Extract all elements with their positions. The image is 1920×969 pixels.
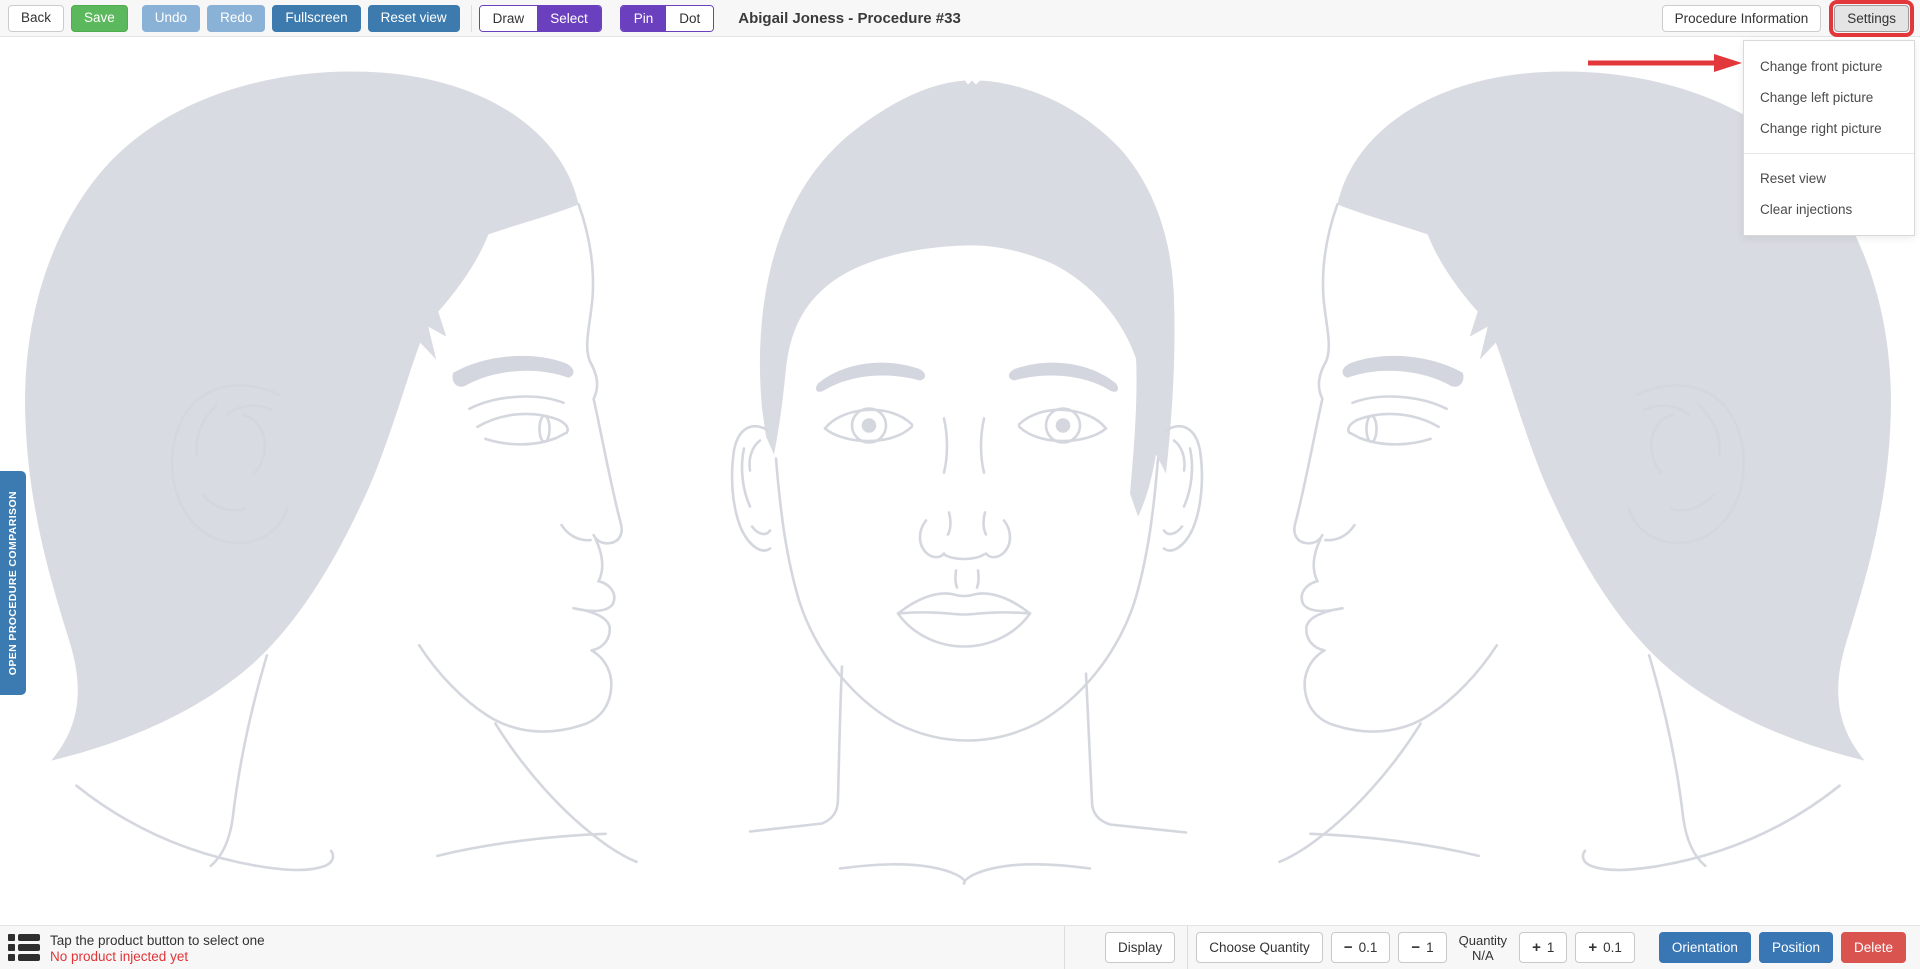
decrease-1-button[interactable]: − 1 bbox=[1398, 932, 1446, 963]
annotation-arrow bbox=[1586, 53, 1742, 73]
product-hint-line: Tap the product button to select one bbox=[50, 933, 265, 949]
choose-quantity-button[interactable]: Choose Quantity bbox=[1196, 932, 1323, 963]
dot-toggle-button[interactable]: Dot bbox=[666, 6, 713, 31]
menu-divider bbox=[1744, 153, 1914, 154]
increase-1-button[interactable]: + 1 bbox=[1519, 932, 1567, 963]
back-button[interactable]: Back bbox=[8, 5, 64, 32]
menu-item-clear-injections[interactable]: Clear injections bbox=[1744, 194, 1914, 225]
product-list-icon[interactable] bbox=[8, 933, 40, 963]
save-button[interactable]: Save bbox=[71, 5, 128, 32]
minus-icon: − bbox=[1344, 940, 1353, 955]
settings-button[interactable]: Settings bbox=[1834, 5, 1909, 32]
bottom-divider bbox=[1187, 926, 1188, 969]
product-status-line: No product injected yet bbox=[50, 949, 265, 965]
settings-annotation-box: Settings bbox=[1829, 0, 1914, 37]
page-title: Abigail Joness - Procedure #33 bbox=[738, 10, 961, 27]
menu-item-reset-view[interactable]: Reset view bbox=[1744, 163, 1914, 194]
open-procedure-comparison-label: OPEN PROCEDURE COMPARISON bbox=[7, 491, 19, 675]
product-hint-text: Tap the product button to select one No … bbox=[50, 933, 265, 965]
fullscreen-button[interactable]: Fullscreen bbox=[272, 5, 360, 32]
product-hint-area: Tap the product button to select one No … bbox=[8, 933, 265, 965]
orientation-button[interactable]: Orientation bbox=[1659, 932, 1751, 963]
increase-1-label: 1 bbox=[1547, 941, 1555, 955]
menu-item-change-left-picture[interactable]: Change left picture bbox=[1744, 82, 1914, 113]
quantity-value: N/A bbox=[1459, 948, 1507, 963]
pin-toggle-button[interactable]: Pin bbox=[621, 6, 667, 31]
quantity-label: Quantity bbox=[1459, 933, 1507, 948]
draw-select-toggle: Draw Select bbox=[479, 5, 602, 32]
decrease-01-label: 0.1 bbox=[1359, 941, 1378, 955]
undo-button[interactable]: Undo bbox=[142, 5, 200, 32]
increase-01-button[interactable]: + 0.1 bbox=[1575, 932, 1635, 963]
procedure-editor-window: Back Save Undo Redo Fullscreen Reset vie… bbox=[0, 0, 1920, 969]
menu-item-change-right-picture[interactable]: Change right picture bbox=[1744, 113, 1914, 144]
redo-button[interactable]: Redo bbox=[207, 5, 265, 32]
plus-icon: + bbox=[1532, 940, 1541, 955]
position-button[interactable]: Position bbox=[1759, 932, 1833, 963]
minus-icon: − bbox=[1411, 940, 1420, 955]
open-procedure-comparison-tab[interactable]: OPEN PROCEDURE COMPARISON bbox=[0, 471, 26, 695]
decrease-01-button[interactable]: − 0.1 bbox=[1331, 932, 1391, 963]
bottom-right-controls: Display Choose Quantity − 0.1 − 1 Quanti… bbox=[1064, 932, 1906, 963]
bottom-divider bbox=[1064, 926, 1065, 969]
settings-dropdown-menu: Change front picture Change left picture… bbox=[1743, 40, 1915, 236]
plus-icon: + bbox=[1588, 940, 1597, 955]
reset-view-button[interactable]: Reset view bbox=[368, 5, 460, 32]
quantity-readout: Quantity N/A bbox=[1459, 933, 1507, 963]
left-profile-face-diagram[interactable] bbox=[16, 64, 638, 926]
delete-button[interactable]: Delete bbox=[1841, 932, 1906, 963]
toolbar-right-group: Procedure Information Settings bbox=[1662, 0, 1914, 37]
front-face-diagram[interactable] bbox=[722, 67, 1212, 925]
draw-toggle-button[interactable]: Draw bbox=[480, 6, 538, 31]
display-button[interactable]: Display bbox=[1105, 932, 1175, 963]
top-toolbar: Back Save Undo Redo Fullscreen Reset vie… bbox=[0, 0, 1920, 37]
pin-dot-toggle: Pin Dot bbox=[620, 5, 715, 32]
bottom-toolbar: Tap the product button to select one No … bbox=[0, 925, 1920, 969]
menu-item-change-front-picture[interactable]: Change front picture bbox=[1744, 51, 1914, 82]
increase-01-label: 0.1 bbox=[1603, 941, 1622, 955]
decrease-1-label: 1 bbox=[1426, 941, 1434, 955]
select-toggle-button[interactable]: Select bbox=[537, 6, 601, 31]
injection-canvas[interactable] bbox=[0, 38, 1920, 924]
toolbar-divider bbox=[471, 5, 472, 32]
procedure-information-button[interactable]: Procedure Information bbox=[1662, 5, 1822, 32]
